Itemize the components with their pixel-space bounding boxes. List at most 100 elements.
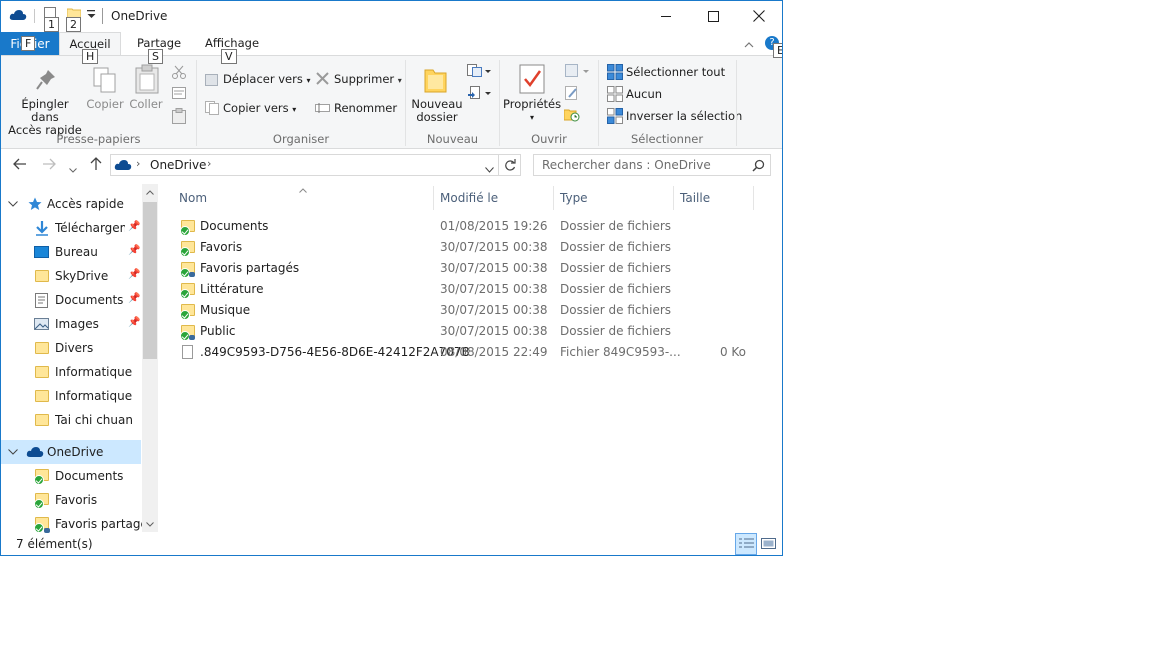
file-icon [182, 345, 193, 359]
delete-button[interactable]: Supprimer ▾ [334, 72, 402, 86]
copy-path-icon[interactable] [172, 87, 186, 102]
search-icon[interactable] [752, 159, 765, 175]
column-divider[interactable] [433, 186, 434, 210]
group-clipboard-label: Presse-papiers [56, 132, 141, 146]
column-header-type[interactable]: Type [560, 188, 588, 208]
address-history-chevron-icon[interactable] [485, 162, 494, 176]
new-folder-button[interactable]: Nouveau dossier [409, 98, 465, 124]
keytip-file: F [21, 36, 36, 51]
close-button[interactable] [736, 1, 782, 31]
file-row[interactable]: Public 30/07/2015 00:38 Dossier de fichier… [173, 321, 757, 342]
file-row[interactable]: .849C9593-D756-4E56-8D6E-42412F2A707B 08/… [173, 342, 757, 363]
invert-selection-button[interactable]: Inverser la sélection [626, 109, 742, 123]
column-header-name[interactable]: Nom [179, 188, 207, 208]
column-divider[interactable] [673, 186, 674, 210]
collapse-ribbon-chevron-icon[interactable] [744, 37, 754, 51]
file-row[interactable]: Documents 01/08/2015 19:26 Dossier de fich… [173, 216, 757, 237]
customize-quick-access-chevron-icon[interactable] [87, 9, 96, 24]
file-row[interactable]: Favoris 30/07/2015 00:38 Dossier de fichie… [173, 237, 757, 258]
details-view-button[interactable] [735, 533, 757, 555]
nav-quick-access[interactable]: Accès rapide [1, 192, 141, 216]
shared-people-icon [44, 528, 50, 533]
keytip-view: V [221, 49, 237, 64]
file-name: Littérature [200, 282, 264, 296]
column-header-modified[interactable]: Modifié le [440, 188, 498, 208]
new-folder-icon [424, 66, 448, 97]
onedrive-cloud-icon[interactable] [9, 8, 27, 25]
file-row[interactable]: Musique 30/07/2015 00:38 Dossier de fichie… [173, 300, 757, 321]
back-arrow-icon[interactable] [13, 158, 27, 173]
maximize-button[interactable] [690, 1, 736, 31]
nav-item-label: Documents [55, 293, 124, 307]
select-none-button[interactable]: Aucun [626, 87, 662, 101]
nav-quick-access-label: Accès rapide [47, 197, 124, 211]
breadcrumb-chevron-icon[interactable]: › [207, 157, 211, 170]
select-none-icon [607, 86, 623, 105]
rename-button[interactable]: Renommer [334, 101, 397, 115]
breadcrumb-chevron-icon[interactable]: › [136, 157, 140, 170]
nav-onedrive-documents[interactable]: Documents [1, 464, 141, 488]
invert-selection-icon [607, 108, 623, 127]
address-bar[interactable]: › OneDrive › [110, 154, 499, 176]
column-divider[interactable] [553, 186, 554, 210]
nav-item-label: Favoris [55, 493, 98, 507]
file-name: Favoris [200, 240, 243, 254]
open-icon[interactable] [565, 64, 589, 81]
file-type: Dossier de fichiers [560, 219, 672, 233]
column-header-size[interactable]: Taille [680, 188, 710, 208]
breadcrumb-onedrive[interactable]: OneDrive [150, 158, 206, 172]
move-to-icon [205, 72, 219, 89]
file-type: Dossier de fichiers [560, 240, 672, 254]
move-to-button[interactable]: Déplacer vers ▾ [223, 72, 311, 86]
nav-onedrive-favoris[interactable]: Favoris [1, 488, 141, 512]
nav-item-tai-chi[interactable]: Tai chi chuan [1, 408, 141, 432]
nav-item-images[interactable]: Images 📌 [1, 312, 141, 336]
column-divider[interactable] [753, 186, 754, 210]
nav-item-downloads[interactable]: Téléchargements 📌 [1, 216, 141, 240]
nav-item-documents[interactable]: Documents 📌 [1, 288, 141, 312]
new-item-icon[interactable] [467, 64, 491, 81]
select-all-button[interactable]: Sélectionner tout [626, 65, 725, 79]
onedrive-path-icon [114, 159, 132, 174]
copy-to-button[interactable]: Copier vers ▾ [223, 101, 296, 115]
file-row[interactable]: Favoris partagés 30/07/2015 00:38 Dossier … [173, 258, 757, 279]
file-modified: 30/07/2015 00:38 [440, 303, 548, 317]
properties-button[interactable]: Propriétés ▾ [503, 98, 561, 124]
nav-onedrive-favoris-partages[interactable]: Favoris partagés [1, 512, 154, 536]
nav-scroll-thumb[interactable] [143, 202, 157, 359]
download-arrow-icon [36, 221, 48, 236]
large-icons-view-button[interactable] [758, 533, 780, 555]
recent-locations-chevron-icon[interactable] [69, 162, 77, 176]
status-item-count: 7 élément(s) [16, 537, 93, 551]
pin-icon: 📌 [128, 269, 141, 280]
paste-button[interactable]: Coller [127, 98, 165, 111]
cut-icon[interactable] [172, 65, 186, 82]
minimize-button[interactable] [643, 1, 689, 31]
edit-icon[interactable] [565, 86, 579, 103]
file-name: Public [200, 324, 236, 338]
nav-item-skydrive[interactable]: SkyDrive 📌 [1, 264, 141, 288]
details-view-icon [739, 538, 754, 548]
refresh-button[interactable] [499, 154, 521, 176]
search-box[interactable]: Rechercher dans : OneDrive [533, 154, 771, 176]
up-arrow-icon[interactable] [90, 157, 102, 174]
easy-access-icon[interactable] [467, 86, 491, 103]
nav-item-desktop[interactable]: Bureau 📌 [1, 240, 141, 264]
paste-shortcut-icon[interactable] [172, 108, 186, 127]
forward-arrow-icon[interactable] [42, 158, 56, 173]
nav-item-informatique[interactable]: Informatique [1, 384, 141, 408]
nav-scrollbar[interactable] [142, 184, 158, 532]
ribbon: Épingler dans Accès rapide Copier Coller… [1, 55, 782, 149]
nav-item-informatique[interactable]: Informatique [1, 360, 141, 384]
sync-check-icon [180, 310, 190, 320]
pin-icon: 📌 [128, 221, 141, 232]
refresh-icon [504, 159, 516, 171]
history-icon[interactable] [563, 108, 580, 125]
file-row[interactable]: Littérature 30/07/2015 00:38 Dossier de fi… [173, 279, 757, 300]
nav-onedrive[interactable]: OneDrive [1, 440, 141, 464]
file-modified: 30/07/2015 00:38 [440, 324, 548, 338]
copy-button[interactable]: Copier [85, 98, 125, 111]
title-pipe [102, 8, 103, 24]
nav-item-label: SkyDrive [55, 269, 109, 283]
nav-item-divers[interactable]: Divers [1, 336, 141, 360]
